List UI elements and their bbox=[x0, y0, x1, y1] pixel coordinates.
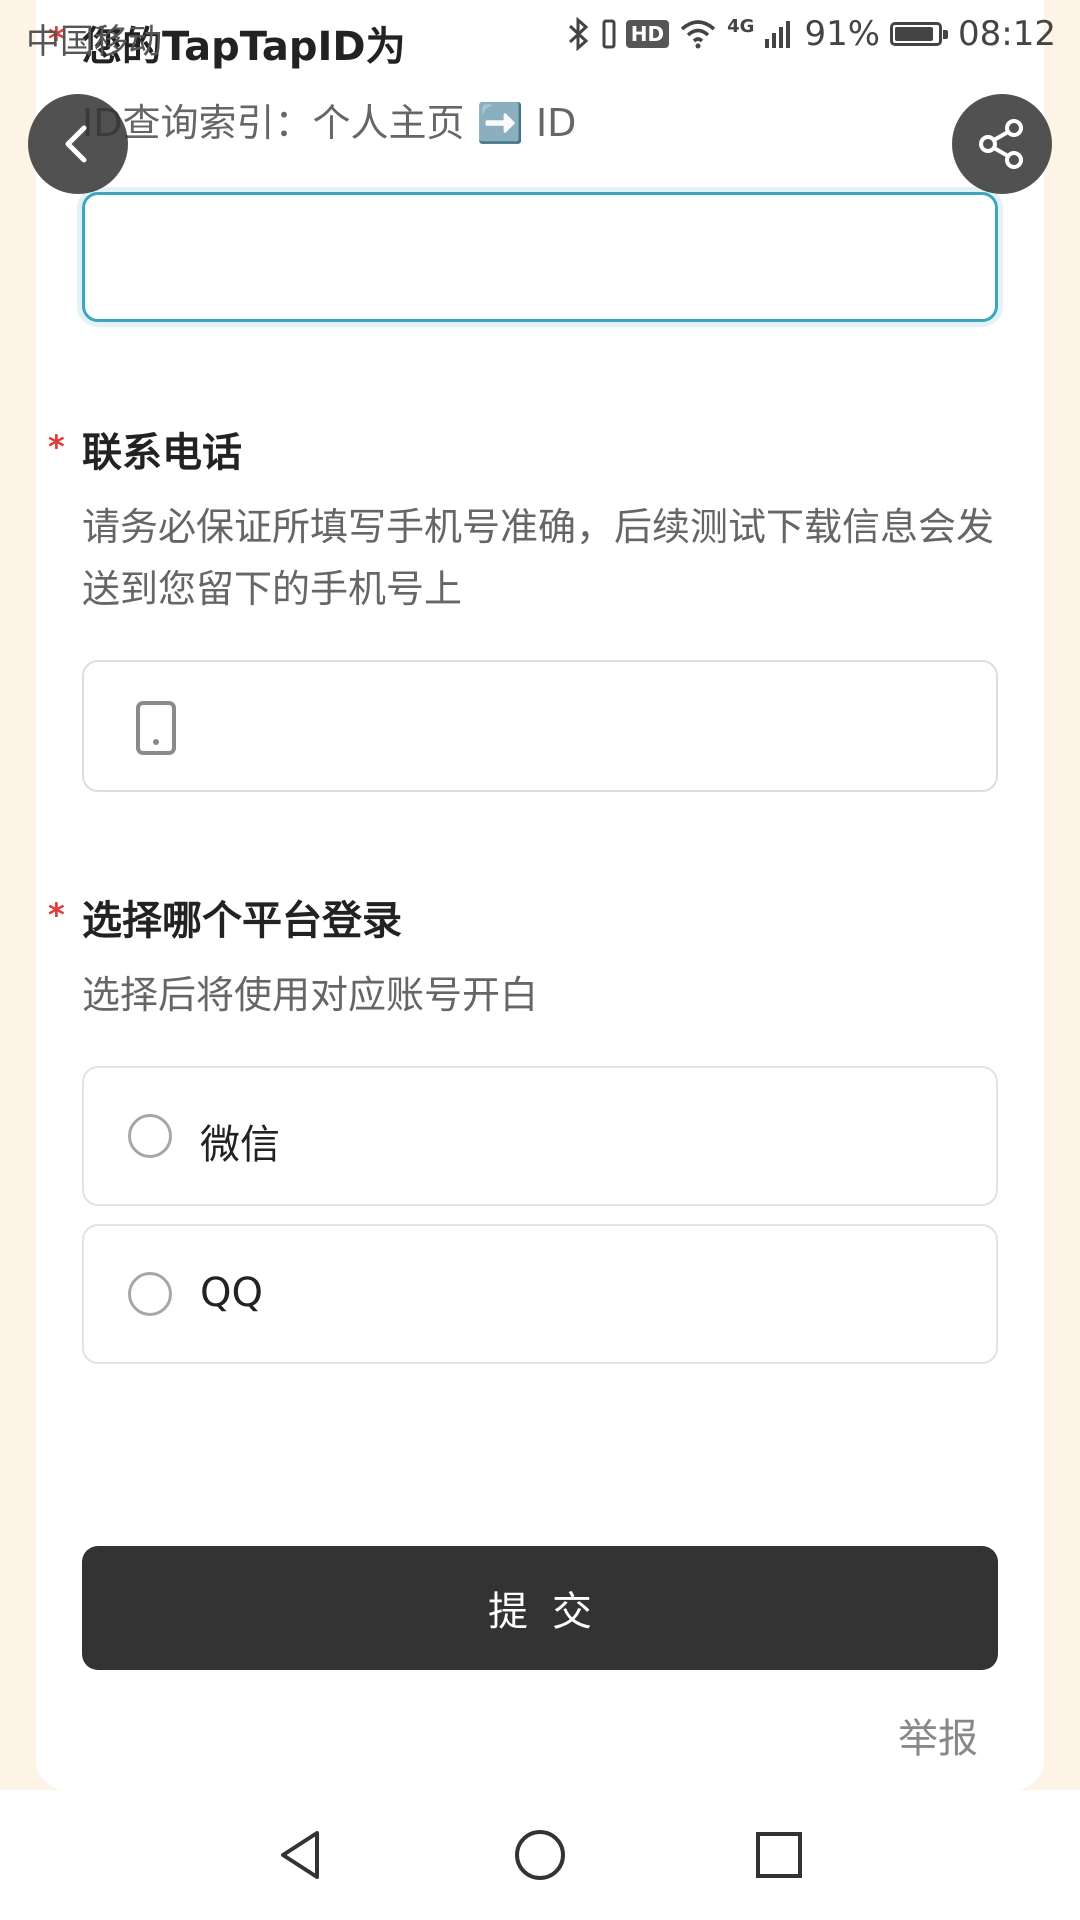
platform-title: 选择哪个平台登录 bbox=[82, 898, 402, 944]
phone-description: 请务必保证所填写手机号准确，后续测试下载信息会发送到您留下的手机号上 bbox=[82, 505, 995, 611]
mobile-phone-icon bbox=[134, 700, 178, 760]
option-qq[interactable]: QQ bbox=[82, 1224, 998, 1364]
nav-recent-button[interactable] bbox=[744, 1820, 814, 1890]
share-icon bbox=[979, 119, 1023, 169]
status-icons: HD 4G 91% 08:12 bbox=[566, 14, 1056, 54]
platform-description: 选择后将使用对应账号开白 bbox=[82, 973, 539, 1017]
bluetooth-icon bbox=[566, 17, 592, 51]
navigation-bar bbox=[0, 1790, 1080, 1920]
triangle-back-icon bbox=[281, 1831, 319, 1879]
hd-badge: HD bbox=[625, 20, 670, 48]
battery-icon bbox=[890, 22, 949, 46]
option-wechat[interactable]: 微信 bbox=[82, 1066, 998, 1206]
status-bar: 中国移动 HD 4G 91% 08:12 bbox=[0, 0, 1080, 78]
phone-title: 联系电话 bbox=[82, 430, 242, 476]
signal-icon bbox=[764, 19, 794, 49]
square-recent-icon bbox=[756, 1832, 802, 1878]
network-type: 4G bbox=[727, 16, 755, 37]
option-qq-label: QQ bbox=[200, 1270, 263, 1316]
battery-percent: 91% bbox=[804, 14, 881, 54]
required-mark: * bbox=[48, 428, 65, 466]
share-button[interactable] bbox=[952, 94, 1052, 194]
taptap-id-field[interactable] bbox=[82, 192, 998, 322]
vibrate-icon bbox=[602, 19, 616, 49]
phone-input[interactable] bbox=[84, 662, 996, 790]
back-button[interactable] bbox=[28, 94, 128, 194]
nav-home-button[interactable] bbox=[505, 1820, 575, 1890]
radio-wechat[interactable] bbox=[128, 1114, 172, 1158]
chevron-left-icon bbox=[65, 125, 87, 163]
clock: 08:12 bbox=[958, 14, 1056, 54]
submit-button[interactable]: 提交 bbox=[82, 1546, 998, 1670]
battery-fill bbox=[895, 27, 933, 41]
circle-home-icon bbox=[515, 1830, 565, 1880]
report-link[interactable]: 举报 bbox=[898, 1706, 978, 1764]
carrier-name: 中国移动 bbox=[26, 22, 162, 62]
option-wechat-label: 微信 bbox=[200, 1122, 280, 1168]
taptap-id-hint: ID查询索引：个人主页 ➡️ ID bbox=[82, 101, 577, 145]
nav-back-button[interactable] bbox=[266, 1820, 336, 1890]
radio-qq[interactable] bbox=[128, 1272, 172, 1316]
required-mark: * bbox=[48, 896, 65, 934]
phone-field[interactable] bbox=[82, 660, 998, 792]
wifi-icon bbox=[679, 19, 717, 49]
taptap-id-input[interactable] bbox=[85, 195, 995, 319]
